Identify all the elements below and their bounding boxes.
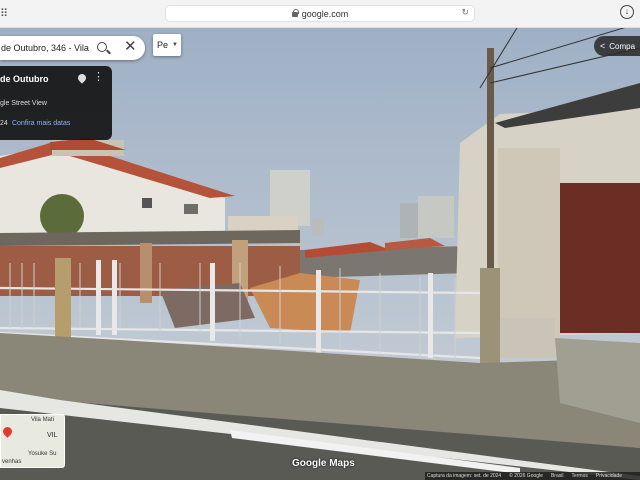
card-subtitle: gle Street View: [0, 100, 47, 107]
minimap-label: Yosuke Su: [28, 451, 57, 457]
attribution-footer: Captura da imagem: set. de 2024 © 2026 G…: [425, 472, 640, 480]
privacy-link[interactable]: Privacidade: [596, 473, 622, 479]
address-bar[interactable]: google.com ↻: [165, 5, 475, 22]
reload-icon[interactable]: ↻: [461, 7, 469, 18]
minimap-label: venhas: [2, 459, 22, 465]
street-view-panorama[interactable]: de Outubro, 346 - Vila M ✕ Pe ▼ de Outub…: [0, 28, 640, 480]
browser-toolbar: ⠿ google.com ↻ ↓: [0, 0, 640, 28]
search-input[interactable]: de Outubro, 346 - Vila M: [0, 43, 92, 53]
search-bar[interactable]: de Outubro, 346 - Vila M ✕: [0, 36, 145, 60]
share-button[interactable]: < Compa: [594, 36, 640, 56]
share-label: Compa: [609, 41, 636, 51]
location-info-card: de Outubro ⋮ gle Street View 24 Confira …: [0, 66, 112, 140]
close-icon[interactable]: ✕: [124, 39, 137, 55]
share-icon: <: [600, 41, 606, 51]
lock-icon: [291, 9, 299, 17]
search-icon[interactable]: [97, 42, 107, 52]
google-maps-logo: Google Maps: [292, 458, 355, 469]
more-options-icon[interactable]: ⋮: [93, 72, 104, 83]
layer-dropdown[interactable]: Pe ▼: [153, 34, 181, 56]
capture-date-text: Captura da imagem: set. de 2024: [427, 473, 502, 479]
chevron-down-icon: ▼: [172, 42, 178, 48]
download-icon[interactable]: ↓: [620, 5, 634, 19]
address-text: google.com: [301, 8, 349, 19]
layer-dropdown-label: Pe: [157, 40, 169, 50]
map-pin-icon: [1, 425, 14, 438]
minimap-label: Vila Mati: [31, 417, 54, 423]
sidebar-toggle-icon[interactable]: ⠿: [0, 7, 8, 20]
capture-date: 24: [0, 120, 8, 127]
terms-link[interactable]: Termos: [571, 473, 587, 479]
minimap[interactable]: Vila Mati VIL Yosuke Su venhas: [0, 414, 65, 468]
copyright-text: © 2026 Google: [509, 473, 543, 479]
country-link[interactable]: Brasil: [551, 473, 564, 479]
more-dates-link[interactable]: Confira mais datas: [12, 120, 70, 127]
card-title: de Outubro: [0, 74, 49, 84]
location-pin-icon[interactable]: [76, 72, 88, 84]
minimap-label: VIL: [47, 432, 58, 439]
